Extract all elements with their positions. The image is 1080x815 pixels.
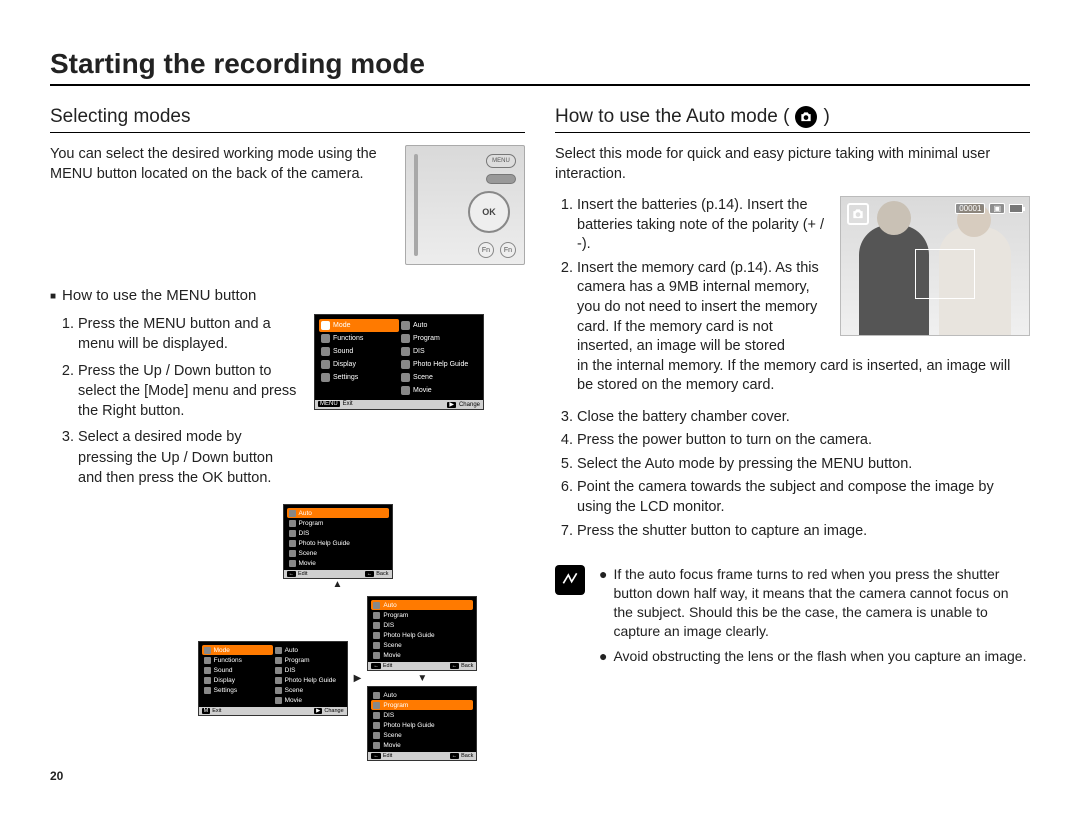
note-icon: [555, 565, 585, 595]
menu-item-functions: Functions: [319, 332, 399, 345]
left-column: Selecting modes You can select the desir…: [50, 106, 525, 783]
camera-menu-button: MENU: [486, 154, 516, 168]
menu-tiny-3: Auto Program DIS Photo Help Guide Scene …: [367, 686, 477, 761]
menu-item-settings: Settings: [319, 371, 399, 384]
camera-icon: [401, 321, 410, 330]
note-list: ●If the auto focus frame turns to red wh…: [599, 565, 1030, 671]
menu-item-sound: Sound: [319, 345, 399, 358]
camera-ok-button: OK: [468, 191, 510, 233]
submenu-item-dis: DIS: [399, 345, 479, 358]
settings-icon: [321, 373, 330, 382]
menu-row-middle: Mode Functions Sound Display Settings Au…: [198, 596, 478, 761]
menu-navigation-sequence: Auto Program DIS Photo Help Guide Scene …: [150, 504, 525, 761]
battery-icon: [1009, 204, 1023, 213]
menu-footer: MENUExit ▶Change: [315, 400, 483, 409]
submenu-item-photo-help: Photo Help Guide: [399, 358, 479, 371]
bullet-icon: ●: [599, 565, 607, 641]
fn-button-1: Fn: [478, 242, 494, 258]
menu-screenshot-main: Mode Functions Sound Display Settings Au…: [314, 314, 484, 410]
sound-icon: [321, 347, 330, 356]
focus-frame: [915, 249, 975, 299]
sample-photo-lcd: 00001 ▣: [840, 196, 1030, 336]
help-icon: [401, 360, 410, 369]
submenu-item-auto: Auto: [399, 319, 479, 332]
display-icon: [321, 360, 330, 369]
list-item: Select a desired mode by pressing the Up…: [78, 427, 300, 488]
howto-menu-heading: How to use the MENU button: [50, 287, 525, 304]
camera-auto-icon: [795, 106, 817, 128]
menu-tiny-1: Auto Program DIS Photo Help Guide Scene …: [283, 504, 393, 579]
overlay-quality-icon: ▣: [989, 203, 1005, 214]
auto-steps-list-a: Insert the batteries (p.14). Insert the …: [555, 196, 826, 357]
steps-and-menu-row: Press the MENU button and a menu will be…: [50, 314, 525, 494]
menu-item-mode: Mode: [319, 319, 399, 332]
right-column: How to use the Auto mode ( ) Select this…: [555, 106, 1030, 783]
list-item: Point the camera towards the subject and…: [577, 478, 1030, 517]
submenu-item-program: Program: [399, 332, 479, 345]
list-item: Press the shutter button to capture an i…: [577, 522, 1030, 542]
manual-page: Starting the recording mode Selecting mo…: [0, 0, 1080, 793]
list-item: Press the MENU button and a menu will be…: [78, 314, 300, 355]
auto-steps-block: Insert the batteries (p.14). Insert the …: [555, 196, 826, 361]
intro-paragraph: You can select the desired working mode …: [50, 145, 391, 184]
camera-icon: [401, 334, 410, 343]
submenu-item-scene: Scene: [399, 371, 479, 384]
menu-item-display: Display: [319, 358, 399, 371]
list-item: Insert the batteries (p.14). Insert the …: [577, 196, 826, 255]
section-title-auto-mode: How to use the Auto mode ( ): [555, 106, 1030, 133]
dis-icon: [401, 347, 410, 356]
step2-continuation: in the internal memory. If the memory ca…: [555, 357, 1030, 396]
menu-steps-list: Press the MENU button and a menu will be…: [50, 314, 300, 488]
auto-steps-list-b: Close the battery chamber cover. Press t…: [555, 408, 1030, 541]
menu-tiny-wide: Mode Functions Sound Display Settings Au…: [198, 641, 348, 716]
overlay-counter: 00001: [955, 203, 985, 214]
overlay-top-right: 00001 ▣: [955, 203, 1023, 214]
camera-disp-button: [486, 174, 516, 184]
list-item: Press the Up / Down button to select the…: [78, 361, 300, 422]
page-number: 20: [50, 769, 525, 783]
arrow-up-icon: ▲: [333, 579, 343, 590]
note-box: ●If the auto focus frame turns to red wh…: [555, 565, 1030, 671]
mode-icon: [321, 321, 330, 330]
scene-icon: [401, 373, 410, 382]
auto-mode-intro: Select this mode for quick and easy pict…: [555, 145, 1030, 184]
submenu-item-movie: Movie: [399, 384, 479, 397]
camera-back-illustration: MENU OK Fn Fn: [405, 145, 525, 265]
list-item: Close the battery chamber cover.: [577, 408, 1030, 428]
two-column-layout: Selecting modes You can select the desir…: [50, 106, 1030, 783]
arrow-right-icon: ▶: [354, 673, 362, 684]
bullet-icon: ●: [599, 647, 607, 666]
auto-steps-row: Insert the batteries (p.14). Insert the …: [555, 196, 1030, 361]
list-item: Press the power button to turn on the ca…: [577, 431, 1030, 451]
section-title-selecting-modes: Selecting modes: [50, 106, 525, 133]
intro-row: You can select the desired working mode …: [50, 145, 525, 265]
movie-icon: [401, 386, 410, 395]
menu-steps: Press the MENU button and a menu will be…: [50, 314, 300, 494]
overlay-mode-icon: [847, 203, 869, 225]
note-item: ●Avoid obstructing the lens or the flash…: [599, 647, 1030, 666]
camera-fn-buttons: Fn Fn: [478, 242, 516, 258]
fn-button-2: Fn: [500, 242, 516, 258]
list-item: Select the Auto mode by pressing the MEN…: [577, 455, 1030, 475]
menu-tiny-2: Auto Program DIS Photo Help Guide Scene …: [367, 596, 477, 671]
arrow-down-icon: ▼: [417, 673, 427, 684]
functions-icon: [321, 334, 330, 343]
page-title: Starting the recording mode: [50, 48, 1030, 86]
note-item: ●If the auto focus frame turns to red wh…: [599, 565, 1030, 641]
list-item: Insert the memory card (p.14). As this c…: [577, 259, 826, 357]
